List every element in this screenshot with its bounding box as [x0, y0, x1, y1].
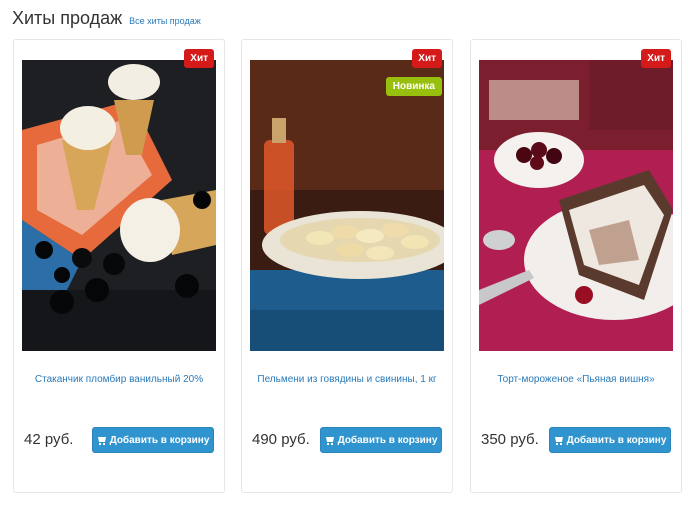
section-title: Хиты продаж [12, 8, 123, 28]
product-name[interactable]: Торт-мороженое «Пьяная вишня» [471, 374, 681, 385]
hit-badge: Хит [184, 49, 214, 68]
product-price: 490 руб. [252, 431, 310, 448]
cart-icon [325, 437, 334, 445]
add-to-cart-button[interactable]: Добавить в корзину [92, 427, 214, 453]
product-name[interactable]: Пельмени из говядины и свинины, 1 кг [242, 374, 452, 385]
hit-badge: Хит [412, 49, 442, 68]
product-card: Хит Торт-мороженое «Пьяная вишня» 350 ру… [470, 39, 682, 493]
product-image[interactable] [22, 60, 216, 351]
new-badge: Новинка [385, 77, 442, 96]
add-to-cart-label: Добавить в корзину [337, 434, 438, 446]
product-price: 350 руб. [481, 431, 539, 448]
add-to-cart-button[interactable]: Добавить в корзину [320, 427, 442, 453]
section-header: Хиты продаж Все хиты продаж [12, 8, 201, 29]
product-card: Хит Новинка Пельмени из говядины и свини… [241, 39, 453, 493]
product-price: 42 руб. [24, 431, 74, 448]
add-to-cart-button[interactable]: Добавить в корзину [549, 427, 671, 453]
add-to-cart-label: Добавить в корзину [109, 434, 210, 446]
product-name[interactable]: Стаканчик пломбир ванильный 20% [14, 374, 224, 385]
add-to-cart-label: Добавить в корзину [566, 434, 667, 446]
hit-badge: Хит [641, 49, 671, 68]
cart-icon [554, 437, 563, 445]
product-card: Хит Стаканчик пломбир ванильный 20% 42 р… [13, 39, 225, 493]
product-image[interactable] [479, 60, 673, 351]
all-bestsellers-link[interactable]: Все хиты продаж [129, 16, 201, 26]
product-image[interactable] [250, 60, 444, 351]
cart-icon [97, 437, 106, 445]
